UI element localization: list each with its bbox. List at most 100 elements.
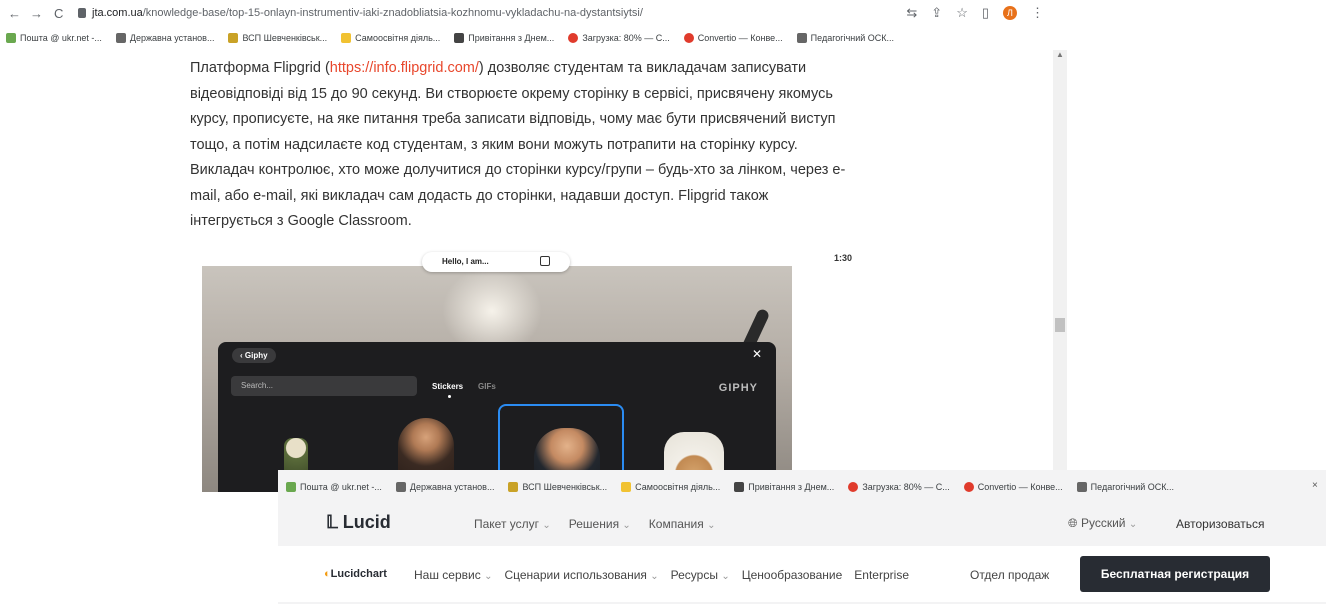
bookmark-item[interactable]: Державна установ... xyxy=(115,33,214,43)
nav-item-enterprise[interactable]: Enterprise xyxy=(854,568,909,582)
giphy-back-button[interactable]: ‹ Giphy xyxy=(232,348,276,363)
flipgrid-link[interactable]: https://info.flipgrid.com/ xyxy=(330,60,479,76)
bookmark-item[interactable]: Педагогічний ОСК... xyxy=(796,33,894,43)
star-icon[interactable]: ☆ xyxy=(956,5,968,21)
bookmarks-bar-2: Пошта @ ukr.net -... Державна установ...… xyxy=(286,478,1174,496)
url-host: jta.com.ua xyxy=(92,7,143,19)
bookmark-item[interactable]: ВСП Шевченківськ... xyxy=(228,33,327,43)
close-icon[interactable]: ✕ xyxy=(752,347,762,361)
lucidchart-nav: ◐Lucidchart Наш сервис ⌄ Сценарии исполь… xyxy=(278,546,1326,602)
article-text: Платформа Flipgrid ( xyxy=(190,60,330,76)
close-icon[interactable]: × xyxy=(1312,480,1318,491)
bookmark-label: Convertio — Конве... xyxy=(697,33,783,43)
bookmark-icon xyxy=(395,482,406,492)
lucidchart-logo-icon: ◐ xyxy=(324,568,331,580)
lock-icon xyxy=(78,8,86,18)
lucidchart-menu: Наш сервис ⌄ Сценарии использования ⌄ Ре… xyxy=(414,568,909,582)
bookmark-icon xyxy=(1076,482,1087,492)
bookmark-icon xyxy=(115,33,126,43)
bookmark-item[interactable]: Державна установ... xyxy=(395,482,495,492)
bookmark-item[interactable]: Самоосвітня діяль... xyxy=(341,33,440,43)
bookmark-item[interactable]: Загрузка: 80% — С... xyxy=(568,33,670,43)
bookmark-icon xyxy=(963,482,974,492)
bookmarks-bar: Пошта @ ukr.net -... Державна установ...… xyxy=(6,29,894,47)
forward-icon[interactable]: → xyxy=(30,6,43,21)
bookmark-item[interactable]: Самоосвітня діяль... xyxy=(621,482,720,492)
toolbar-icons: ⇆ ⇪ ☆ ▯ Л ⋮ xyxy=(906,5,1044,21)
lucid-logo-text: Lucid xyxy=(342,512,391,532)
bookmark-item[interactable]: Загрузка: 80% — С... xyxy=(848,482,950,492)
signup-button[interactable]: Бесплатная регистрация xyxy=(1080,556,1270,592)
chevron-down-icon: ⌄ xyxy=(650,571,659,582)
nav-item-use-cases[interactable]: Сценарии использования ⌄ xyxy=(504,568,658,582)
pill-label: Hello, I am... xyxy=(442,257,489,266)
sidepanel-icon[interactable]: ▯ xyxy=(982,5,989,21)
share-icon[interactable]: ⇪ xyxy=(931,5,942,21)
bookmark-label: Педагогічний ОСК... xyxy=(1090,482,1175,492)
bookmark-item[interactable]: Пошта @ ukr.net -... xyxy=(6,33,102,43)
bookmark-label: Загрузка: 80% — С... xyxy=(862,482,950,492)
sales-link[interactable]: Отдел продаж xyxy=(970,568,1049,582)
bookmark-icon xyxy=(683,33,694,43)
bookmark-item[interactable]: Пошта @ ukr.net -... xyxy=(286,482,382,492)
chevron-down-icon: ⌄ xyxy=(721,571,730,582)
nav-label: Решения xyxy=(568,517,620,531)
bookmark-item[interactable]: Convertio — Конве... xyxy=(683,33,783,43)
nav-item-packages[interactable]: Пакет услуг ⌄ xyxy=(474,517,551,531)
nav-label: Компания xyxy=(648,517,704,531)
nav-item-resources[interactable]: Ресурсы ⌄ xyxy=(671,568,730,582)
chevron-down-icon: ⌄ xyxy=(707,520,716,531)
back-icon[interactable]: ← xyxy=(8,6,21,21)
bookmark-label: Самоосвітня діяль... xyxy=(635,482,721,492)
bookmark-label: ВСП Шевченківськ... xyxy=(242,33,328,43)
nav-item-pricing[interactable]: Ценообразование xyxy=(742,568,843,582)
translate-icon[interactable]: ⇆ xyxy=(906,5,917,21)
bookmark-label: Державна установ... xyxy=(409,482,495,492)
bookmark-icon xyxy=(286,482,296,492)
sticker-prompt-pill[interactable]: Hello, I am... xyxy=(422,252,570,272)
tab-gifs[interactable]: GIFs xyxy=(478,382,496,391)
bookmark-item[interactable]: Привітання з Днем... xyxy=(734,482,834,492)
scroll-up-icon[interactable]: ▲ xyxy=(1056,50,1064,59)
globe-icon: 🌐︎ xyxy=(1068,516,1078,530)
bookmark-label: Привітання з Днем... xyxy=(748,482,835,492)
recording-timer: 1:30 xyxy=(834,253,853,263)
nav-label: Ресурсы xyxy=(670,568,718,582)
chevron-down-icon: ⌄ xyxy=(1128,519,1138,530)
lucid-top-nav: 𝕃 Lucid Пакет услуг ⌄ Решения ⌄ Компания… xyxy=(278,498,1326,546)
bookmark-label: Самоосвітня діяль... xyxy=(355,33,441,43)
language-selector[interactable]: 🌐︎ Русский ⌄ xyxy=(1068,516,1137,531)
login-link[interactable]: Авторизоваться xyxy=(1176,517,1264,531)
note-icon[interactable] xyxy=(540,256,550,266)
profile-avatar[interactable]: Л xyxy=(1003,6,1017,20)
nav-label: Пакет услуг xyxy=(474,517,540,531)
nav-item-service[interactable]: Наш сервис ⌄ xyxy=(414,568,492,582)
bookmark-icon xyxy=(621,482,632,492)
address-bar[interactable]: jta.com.ua/knowledge-base/top-15-onlayn-… xyxy=(92,7,643,19)
bookmark-item[interactable]: Педагогічний ОСК... xyxy=(1076,482,1175,492)
giphy-back-label: Giphy xyxy=(244,351,268,360)
tab-stickers[interactable]: Stickers xyxy=(432,382,463,391)
menu-icon[interactable]: ⋮ xyxy=(1031,5,1044,21)
lucidchart-logo[interactable]: ◐Lucidchart xyxy=(324,568,387,580)
bookmark-item[interactable]: Привітання з Днем... xyxy=(454,33,554,43)
bookmark-item[interactable]: Convertio — Конве... xyxy=(963,482,1063,492)
bookmark-label: Convertio — Конве... xyxy=(977,482,1063,492)
article-text: ) дозволяє студентам та викладачам запис… xyxy=(190,60,846,229)
nav-item-solutions[interactable]: Решения ⌄ xyxy=(569,517,631,531)
scrollbar-thumb[interactable] xyxy=(1055,318,1065,332)
bookmark-icon xyxy=(6,33,16,43)
chevron-down-icon: ⌄ xyxy=(622,520,631,531)
nav-label: Сценарии использования xyxy=(504,568,647,582)
giphy-search-input[interactable]: Search... xyxy=(231,376,417,396)
lucidchart-logo-text: Lucidchart xyxy=(330,568,387,580)
nav-item-company[interactable]: Компания ⌄ xyxy=(649,517,716,531)
chevron-down-icon: ⌄ xyxy=(542,520,551,531)
lucid-logo[interactable]: 𝕃 Lucid xyxy=(326,512,391,533)
reload-icon[interactable]: C xyxy=(54,6,63,21)
chevron-down-icon: ⌄ xyxy=(484,571,493,582)
bookmark-item[interactable]: ВСП Шевченківськ... xyxy=(508,482,607,492)
bookmark-icon xyxy=(796,33,807,43)
bookmark-label: Загрузка: 80% — С... xyxy=(582,33,670,43)
scrollbar[interactable]: ▲ xyxy=(1053,50,1067,470)
